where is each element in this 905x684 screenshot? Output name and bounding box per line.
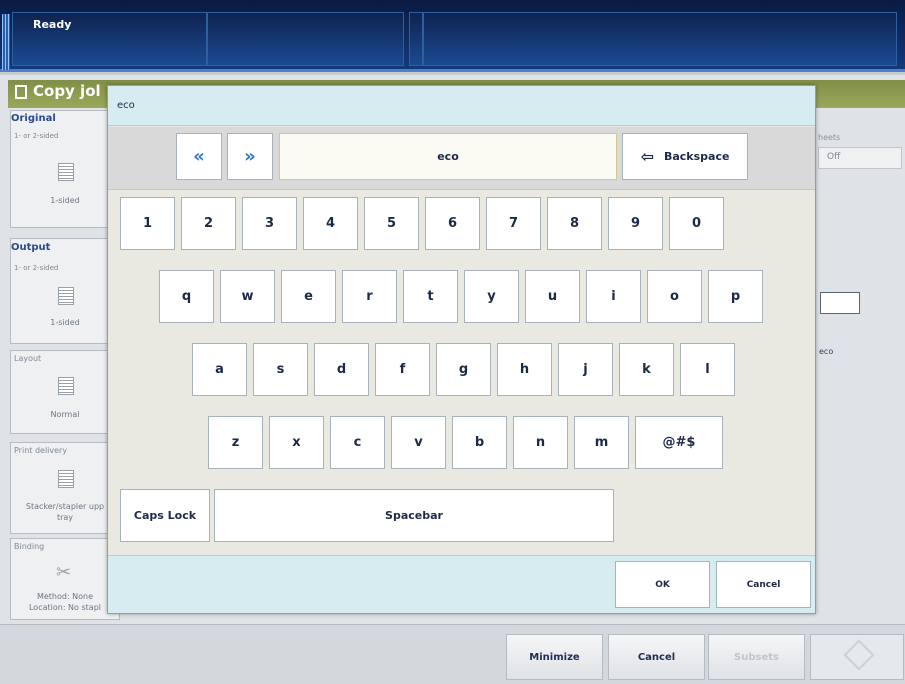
ok-button[interactable]: OK xyxy=(615,561,710,608)
key-d[interactable]: d xyxy=(314,343,369,396)
spacebar-key[interactable]: Spacebar xyxy=(214,489,614,542)
binding-value-1: Method: None xyxy=(36,592,94,601)
key-m[interactable]: m xyxy=(574,416,629,469)
document-icon xyxy=(820,292,860,314)
status-bar-stripe xyxy=(2,14,10,70)
backspace-label: Backspace xyxy=(663,150,730,163)
key-s[interactable]: s xyxy=(253,343,308,396)
key-2[interactable]: 2 xyxy=(181,197,236,250)
original-value: 1-sided xyxy=(50,196,80,205)
sheets-value[interactable]: Off xyxy=(818,147,902,169)
key-7[interactable]: 7 xyxy=(486,197,541,250)
dialog-title: eco xyxy=(117,100,135,111)
key-y[interactable]: y xyxy=(464,270,519,323)
binding-label: Binding xyxy=(14,542,45,551)
subsets-button[interactable]: Subsets xyxy=(708,634,805,680)
status-panel-3 xyxy=(409,12,423,66)
dialog-title-bar xyxy=(108,86,815,126)
layout-label: Layout xyxy=(14,354,42,363)
print-delivery-value-1: Stacker/stapler upp xyxy=(25,502,105,511)
cursor-right-button[interactable]: » xyxy=(227,133,273,180)
status-panel-2 xyxy=(207,12,404,66)
key-p[interactable]: p xyxy=(708,270,763,323)
key-z[interactable]: z xyxy=(208,416,263,469)
copy-job-title: Copy jol xyxy=(33,82,101,100)
key-b[interactable]: b xyxy=(452,416,507,469)
print-delivery-label: Print delivery xyxy=(14,446,68,455)
print-delivery-value-2: tray xyxy=(56,513,74,522)
key-3[interactable]: 3 xyxy=(242,197,297,250)
key-symbols[interactable]: @#$ xyxy=(635,416,723,469)
key-k[interactable]: k xyxy=(619,343,674,396)
key-e[interactable]: e xyxy=(281,270,336,323)
key-1[interactable]: 1 xyxy=(120,197,175,250)
output-heading: Output xyxy=(11,242,51,253)
key-a[interactable]: a xyxy=(192,343,247,396)
copy-job-icon xyxy=(15,85,27,99)
binding-value-2: Location: No stapl xyxy=(28,603,101,612)
dialog-cancel-button[interactable]: Cancel xyxy=(716,561,811,608)
original-sub-label: 1- or 2-sided xyxy=(14,132,59,140)
status-panel-4 xyxy=(423,12,897,66)
key-r[interactable]: r xyxy=(342,270,397,323)
key-9[interactable]: 9 xyxy=(608,197,663,250)
key-t[interactable]: t xyxy=(403,270,458,323)
key-0[interactable]: 0 xyxy=(669,197,724,250)
key-n[interactable]: n xyxy=(513,416,568,469)
key-c[interactable]: c xyxy=(330,416,385,469)
minimize-button[interactable]: Minimize xyxy=(506,634,603,680)
output-sub-label: 1- or 2-sided xyxy=(14,264,59,272)
key-q[interactable]: q xyxy=(159,270,214,323)
stacker-icon xyxy=(58,470,74,488)
key-h[interactable]: h xyxy=(497,343,552,396)
key-w[interactable]: w xyxy=(220,270,275,323)
cursor-left-button[interactable]: « xyxy=(176,133,222,180)
caps-lock-key[interactable]: Caps Lock xyxy=(120,489,210,542)
layout-icon xyxy=(58,377,74,395)
key-i[interactable]: i xyxy=(586,270,641,323)
side-value: eco xyxy=(819,347,834,356)
key-x[interactable]: x xyxy=(269,416,324,469)
key-4[interactable]: 4 xyxy=(303,197,358,250)
status-text: Ready xyxy=(33,18,72,31)
key-o[interactable]: o xyxy=(647,270,702,323)
key-l[interactable]: l xyxy=(680,343,735,396)
key-8[interactable]: 8 xyxy=(547,197,602,250)
double-chevron-right-icon: » xyxy=(244,146,256,167)
key-u[interactable]: u xyxy=(525,270,580,323)
key-6[interactable]: 6 xyxy=(425,197,480,250)
key-j[interactable]: j xyxy=(558,343,613,396)
layout-value: Normal xyxy=(50,410,80,419)
bottom-cancel-button[interactable]: Cancel xyxy=(608,634,705,680)
output-value: 1-sided xyxy=(50,318,80,327)
backspace-button[interactable]: ⇦ Backspace xyxy=(622,133,748,180)
binding-icon: ✂ xyxy=(56,562,72,583)
key-v[interactable]: v xyxy=(391,416,446,469)
text-input[interactable]: eco xyxy=(279,133,617,180)
key-5[interactable]: 5 xyxy=(364,197,419,250)
one-sided-icon xyxy=(58,163,74,181)
backspace-arrow-icon: ⇦ xyxy=(640,147,654,166)
double-chevron-left-icon: « xyxy=(193,146,205,167)
key-g[interactable]: g xyxy=(436,343,491,396)
original-heading: Original xyxy=(11,113,56,124)
key-f[interactable]: f xyxy=(375,343,430,396)
one-sided-icon xyxy=(58,287,74,305)
sheets-label: heets xyxy=(818,133,841,142)
